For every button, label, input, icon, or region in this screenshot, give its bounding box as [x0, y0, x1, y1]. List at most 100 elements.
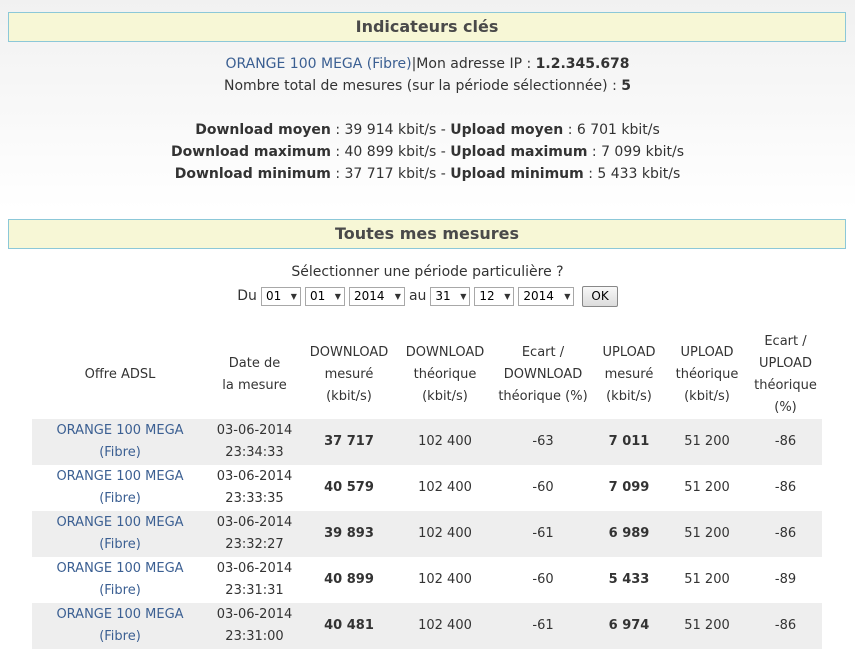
column-header-line: UPLOAD — [758, 356, 813, 371]
download-measured-value: 40 579 — [324, 480, 374, 495]
upload-theoretical-cell: 51 200 — [665, 511, 749, 557]
download-measured-value: 39 893 — [324, 526, 374, 541]
date-cell: 03-06-2014 23:31:00 — [208, 603, 301, 649]
from-day-select[interactable]: 01 ▼ — [260, 286, 301, 306]
chevron-down-icon: ▼ — [394, 291, 401, 301]
table-row: ORANGE 100 MEGA (Fibre) 03-06-2014 23:31:00… — [32, 603, 822, 649]
column-header-line: Ecart / — [764, 334, 807, 349]
offer-name: ORANGE 100 MEGA — [56, 607, 184, 622]
to-year-select[interactable]: 2014 ▼ — [518, 286, 575, 306]
column-header-line: Ecart / — [521, 345, 565, 360]
column-header-line: théorique — [754, 378, 817, 393]
ok-button[interactable]: OK — [582, 285, 618, 307]
date-cell: 03-06-2014 23:34:33 — [208, 419, 301, 465]
upload-measured-value: 6 989 — [608, 526, 650, 541]
upload-theoretical-cell: 51 200 — [684, 572, 730, 587]
upload-measured-cell: 6 974 — [593, 603, 665, 649]
ip-label: |Mon adresse IP : — [411, 56, 536, 72]
upload-gap-cell: -86 — [749, 419, 822, 465]
download-theoretical-cell: 102 400 — [418, 572, 472, 587]
avg-line: Download moyen : 39 914 kbit/s - Upload … — [0, 119, 855, 141]
offer-name: ORANGE 100 MEGA — [56, 469, 184, 484]
download-measured-value: 37 717 — [324, 434, 374, 449]
upload-measured-cell: 7 011 — [593, 419, 665, 465]
upload-measured-cell: 7 099 — [593, 465, 665, 511]
measures-table: Offre ADSL Date de la mesure DOWNLOAD mesuré… — [32, 331, 822, 649]
download-avg-label: Download moyen — [195, 122, 331, 138]
max-line: Download maximum : 40 899 kbit/s - Uploa… — [0, 141, 855, 163]
date-cell: 03-06-2014 23:33:35 — [208, 465, 301, 511]
period-prompt: Sélectionner une période particulière ? — [291, 264, 564, 280]
download-theoretical-cell: 102 400 — [418, 480, 472, 495]
chevron-down-icon: ▼ — [334, 291, 341, 301]
to-day-select[interactable]: 31 ▼ — [430, 286, 471, 306]
column-header-line: DOWNLOAD — [503, 367, 583, 382]
offer-type: (Fibre) — [99, 629, 141, 644]
offer-type: (Fibre) — [99, 445, 141, 460]
table-row: ORANGE 100 MEGA (Fibre) 03-06-2014 23:31:31… — [32, 557, 822, 603]
from-month-value: 01 — [309, 289, 326, 303]
offer-link[interactable]: ORANGE 100 MEGA (Fibre) — [56, 423, 183, 460]
from-year-value: 2014 — [353, 289, 385, 303]
column-header: UPLOAD théorique (kbit/s) — [665, 331, 749, 419]
time-value: 23:34:33 — [225, 445, 284, 460]
upload-measured-value: 7 011 — [608, 434, 650, 449]
offer-name: ORANGE 100 MEGA — [56, 561, 184, 576]
offer-link[interactable]: ORANGE 100 MEGA (Fibre) — [56, 469, 183, 506]
table-row: ORANGE 100 MEGA (Fibre) 03-06-2014 23:32:27… — [32, 511, 822, 557]
upload-avg-label: Upload moyen — [450, 122, 564, 138]
column-header-line: (%) — [774, 400, 797, 415]
offer-link[interactable]: ORANGE 100 MEGA (Fibre) — [225, 56, 411, 72]
to-month-value: 12 — [479, 289, 495, 303]
column-header-line: (kbit/s) — [422, 389, 468, 404]
offer-cell: ORANGE 100 MEGA (Fibre) — [32, 419, 208, 465]
download-theoretical-cell: 102 400 — [397, 511, 493, 557]
time-value: 23:32:27 — [225, 537, 284, 552]
offer-link[interactable]: ORANGE 100 MEGA (Fibre) — [56, 607, 183, 644]
ip-value: 1.2.345.678 — [535, 56, 630, 72]
download-max-value: : 40 899 kbit/s - — [330, 144, 451, 160]
date-value: 03-06-2014 — [216, 607, 293, 622]
total-value: 5 — [621, 78, 631, 94]
column-header: Date de la mesure — [208, 331, 301, 419]
upload-theoretical-cell: 51 200 — [665, 603, 749, 649]
column-header-line: UPLOAD — [680, 345, 734, 360]
upload-theoretical-cell: 51 200 — [665, 419, 749, 465]
download-measured-cell: 39 893 — [301, 511, 397, 557]
column-header-line: DOWNLOAD — [309, 345, 389, 360]
date-value: 03-06-2014 — [216, 561, 293, 576]
offer-name: ORANGE 100 MEGA — [56, 423, 184, 438]
time-value: 23:33:35 — [225, 491, 284, 506]
table-row: ORANGE 100 MEGA (Fibre) 03-06-2014 23:34:33… — [32, 419, 822, 465]
total-line: Nombre total de mesures (sur la période … — [0, 75, 855, 97]
upload-measured-value: 5 433 — [608, 572, 650, 587]
upload-measured-cell: 6 989 — [593, 511, 665, 557]
offer-type: (Fibre) — [99, 583, 141, 598]
column-header: Ecart / DOWNLOAD théorique (%) — [493, 331, 593, 419]
download-gap-cell: -60 — [532, 572, 554, 587]
download-min-label: Download minimum — [174, 166, 331, 182]
from-day-value: 01 — [265, 289, 282, 303]
column-header-line: la mesure — [222, 378, 287, 393]
download-measured-cell: 40 579 — [301, 465, 397, 511]
column-header-line: théorique — [675, 367, 739, 382]
upload-gap-cell: -89 — [774, 572, 797, 587]
upload-measured-cell: 5 433 — [593, 557, 665, 603]
date-value: 03-06-2014 — [216, 423, 293, 438]
download-measured-value: 40 481 — [324, 618, 374, 633]
from-month-select[interactable]: 01 ▼ — [304, 286, 345, 306]
upload-measured-value: 6 974 — [608, 618, 650, 633]
from-year-select[interactable]: 2014 ▼ — [348, 286, 405, 306]
column-header: UPLOAD mesuré (kbit/s) — [593, 331, 665, 419]
offer-link[interactable]: ORANGE 100 MEGA (Fibre) — [56, 515, 183, 552]
column-header-line: Offre ADSL — [84, 367, 156, 382]
upload-gap-cell: -86 — [749, 603, 822, 649]
upload-min-label: Upload minimum — [450, 166, 584, 182]
column-header-line: mesuré — [324, 367, 374, 382]
column-header-line: UPLOAD — [602, 345, 656, 360]
to-month-select[interactable]: 12 ▼ — [474, 286, 515, 306]
download-gap-cell: -61 — [493, 603, 593, 649]
period-selector: Sélectionner une période particulière ? … — [0, 261, 855, 309]
chevron-down-icon: ▼ — [564, 291, 571, 301]
offer-link[interactable]: ORANGE 100 MEGA (Fibre) — [56, 561, 183, 598]
